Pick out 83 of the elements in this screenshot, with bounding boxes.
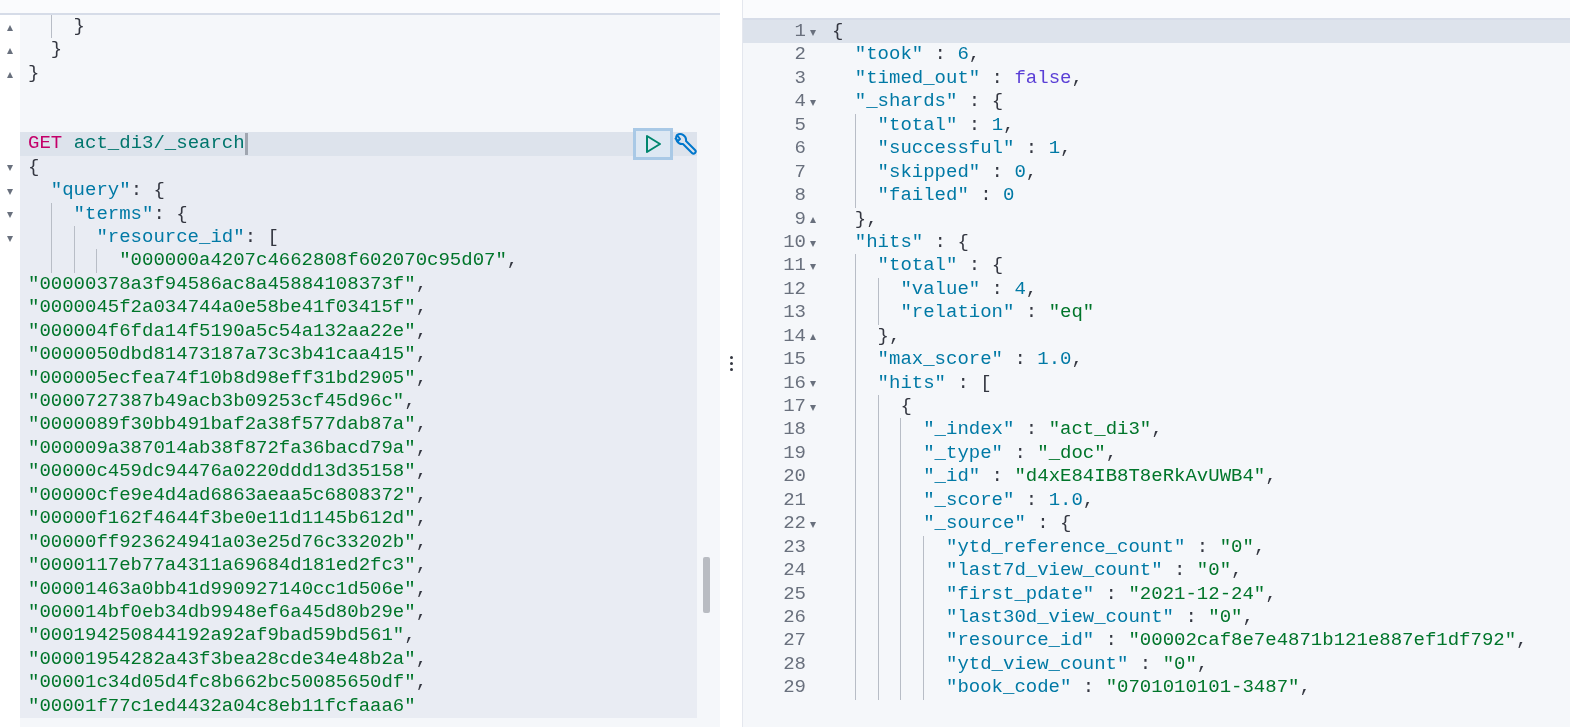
- code-line: }: [20, 15, 697, 39]
- line-number: 10: [783, 230, 806, 255]
- line-number: 5: [794, 113, 806, 138]
- fold-arrow[interactable]: ▾: [810, 260, 817, 273]
- fold-arrow[interactable]: ▾: [7, 184, 13, 197]
- code-line: "last30d_view_count" : "0",: [826, 605, 1570, 630]
- code-line: "hits" : {: [853, 230, 970, 255]
- code-line: "failed" : 0: [826, 184, 1570, 208]
- code-line: "total" : 1,: [826, 113, 1570, 138]
- line-number: 26: [783, 605, 806, 630]
- line-number: 11: [783, 254, 806, 278]
- line-number: 1: [794, 20, 806, 44]
- code-line: "value" : 4,: [826, 277, 1570, 302]
- line-number: 8: [794, 184, 806, 208]
- fold-arrow[interactable]: ▾: [7, 231, 13, 244]
- code-line: "_type" : "_doc",: [826, 441, 1570, 466]
- line-number: 17: [783, 395, 806, 419]
- line-number: 14: [783, 324, 806, 349]
- code-line: "_shards" : {: [853, 90, 1005, 114]
- code-line: "_score" : 1.0,: [826, 488, 1570, 513]
- fold-arrow[interactable]: ▾: [810, 377, 817, 390]
- code-line: "_source" : {: [826, 512, 1570, 536]
- request-line: GET act_di3/_search: [28, 132, 245, 156]
- code-line: "last7d_view_count" : "0",: [826, 559, 1570, 583]
- code-line: },: [853, 207, 879, 231]
- code-line: "skipped" : 0,: [826, 160, 1570, 185]
- line-number: 7: [794, 160, 806, 185]
- fold-arrow[interactable]: ▾: [810, 517, 817, 530]
- code-line: "max_score" : 1.0,: [826, 348, 1570, 372]
- line-number: 20: [783, 465, 806, 489]
- line-number: 3: [794, 66, 806, 91]
- line-number: 15: [783, 348, 806, 372]
- wrench-icon[interactable]: [673, 131, 697, 156]
- fold-arrow[interactable]: ▴: [7, 20, 13, 33]
- line-number: 24: [783, 559, 806, 583]
- code-line: "took" : 6,: [853, 43, 982, 67]
- code-line: "hits" : [: [826, 371, 1570, 395]
- line-number: 13: [783, 301, 806, 325]
- line-number: 28: [783, 652, 806, 677]
- code-line: "ytd_reference_count" : "0",: [826, 535, 1570, 560]
- code-line: {: [826, 395, 1570, 419]
- line-number: 27: [783, 629, 806, 653]
- line-number: 18: [783, 418, 806, 442]
- code-line: "ytd_view_count" : "0",: [826, 652, 1570, 677]
- fold-arrow[interactable]: ▾: [810, 96, 817, 109]
- code-line: }: [49, 38, 64, 62]
- code-line: "first_pdate" : "2021-12-24",: [826, 582, 1570, 606]
- fold-arrow[interactable]: ▴: [810, 213, 817, 226]
- play-icon: [644, 133, 662, 154]
- fold-arrow[interactable]: ▾: [7, 161, 13, 174]
- line-number: 25: [783, 582, 806, 606]
- code-line: {: [831, 20, 845, 44]
- scrollbar-thumb[interactable]: [703, 557, 710, 613]
- line-number: 16: [783, 371, 806, 395]
- code-line: "resource_id" : "00002caf8e7e4871b121e887ef1df792",: [826, 629, 1570, 653]
- code-line: "timed_out" : false,: [853, 66, 1084, 91]
- line-number: 2: [794, 43, 806, 67]
- line-number: 29: [783, 676, 806, 700]
- fold-arrow[interactable]: ▾: [7, 208, 13, 221]
- code-line: "_id" : "d4xE84IB8T8eRkAvUWB4",: [826, 465, 1570, 489]
- line-number: 12: [783, 277, 806, 302]
- line-number: 19: [783, 441, 806, 466]
- line-number: 4: [794, 90, 806, 114]
- line-number: 9: [794, 207, 806, 231]
- code-line: }: [27, 61, 41, 86]
- code-line: },: [826, 324, 1570, 349]
- fold-arrow[interactable]: ▾: [810, 25, 817, 38]
- fold-arrow[interactable]: ▴: [810, 330, 817, 343]
- line-number: 22: [783, 512, 806, 536]
- code-line: "book_code" : "0701010101-3487",: [826, 676, 1570, 700]
- code-line: "total" : {: [826, 254, 1570, 278]
- fold-arrow[interactable]: ▾: [810, 236, 817, 249]
- text-cursor: [244, 132, 248, 155]
- line-number: 21: [783, 488, 806, 513]
- fold-arrow[interactable]: ▴: [7, 67, 13, 80]
- run-button[interactable]: [633, 127, 673, 160]
- fold-arrow[interactable]: ▾: [810, 400, 817, 413]
- code-line: "_index" : "act_di3",: [826, 418, 1570, 442]
- fold-arrow[interactable]: ▴: [7, 44, 13, 57]
- code-line: "relation" : "eq": [826, 301, 1570, 325]
- line-number: 6: [794, 137, 806, 161]
- code-line: "successful" : 1,: [826, 137, 1570, 161]
- line-number: 23: [783, 535, 806, 560]
